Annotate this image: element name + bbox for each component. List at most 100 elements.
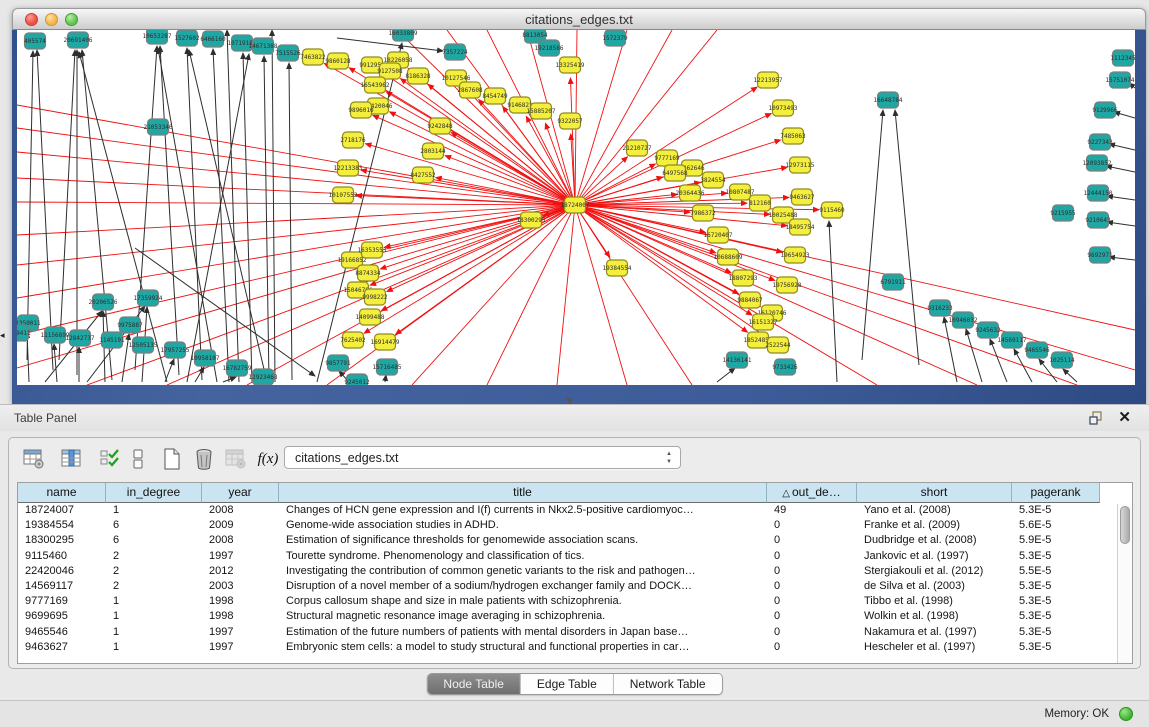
table-cell[interactable]: 5.3E-5: [1012, 640, 1100, 655]
graph-node[interactable]: 7515526: [275, 45, 301, 61]
table-row[interactable]: 977716911998Corpus callosum shape and si…: [18, 594, 1132, 609]
graph-node[interactable]: 10973493: [769, 100, 798, 116]
graph-node[interactable]: 1112345: [1110, 50, 1135, 66]
graph-node[interactable]: 17359924: [134, 290, 163, 306]
table-cell[interactable]: Wolkin et al. (1998): [857, 609, 1012, 624]
graph-node[interactable]: 16543962: [361, 77, 390, 93]
table-cell[interactable]: Embryonic stem cells: a model to study s…: [279, 640, 767, 655]
graph-node[interactable]: 1145191: [99, 332, 125, 348]
table-row[interactable]: 969969511998Structural magnetic resonanc…: [18, 609, 1132, 624]
graph-node[interactable]: 6466160: [200, 31, 226, 47]
table-cell[interactable]: 1997: [202, 549, 279, 564]
graph-node[interactable]: 12213383: [334, 160, 363, 176]
table-cell[interactable]: 1: [106, 609, 202, 624]
table-cell[interactable]: 5.9E-5: [1012, 533, 1100, 548]
table-row[interactable]: 946554611997Estimation of the future num…: [18, 625, 1132, 640]
table-cell[interactable]: Tibbo et al. (1998): [857, 594, 1012, 609]
table-cell[interactable]: 0: [767, 609, 857, 624]
graph-node[interactable]: 9777169: [654, 150, 680, 166]
graph-node[interactable]: 9215955: [1050, 205, 1076, 221]
table-cell[interactable]: 2: [106, 564, 202, 579]
graph-node[interactable]: 12505135: [129, 337, 158, 353]
graph-node[interactable]: 16720407: [704, 227, 733, 243]
table-cell[interactable]: 5.6E-5: [1012, 518, 1100, 533]
graph-node[interactable]: 15716485: [373, 359, 402, 375]
graph-node[interactable]: 812160: [749, 195, 771, 211]
table-cell[interactable]: 1998: [202, 609, 279, 624]
table-cell[interactable]: Estimation of the future numbers of pati…: [279, 625, 767, 640]
graph-node[interactable]: 9857791: [325, 355, 351, 371]
graph-node[interactable]: 9322057: [557, 113, 583, 129]
delete-column-icon[interactable]: [191, 446, 217, 472]
table-cell[interactable]: 14569117: [18, 579, 106, 594]
table-cell[interactable]: de Silva et al. (2003): [857, 579, 1012, 594]
table-cell[interactable]: 1997: [202, 625, 279, 640]
table-cell[interactable]: 49: [767, 503, 857, 518]
graph-node[interactable]: 1527602: [174, 30, 200, 46]
graph-node[interactable]: 13325419: [556, 57, 585, 73]
graph-node[interactable]: 2522544: [765, 337, 791, 353]
graph-node[interactable]: 14671388: [249, 38, 278, 54]
table-cell[interactable]: 0: [767, 579, 857, 594]
graph-node[interactable]: 12923468: [249, 369, 278, 385]
table-cell[interactable]: 0: [767, 518, 857, 533]
graph-node[interactable]: 15751074: [1106, 72, 1135, 88]
graph-node[interactable]: 6791911: [880, 274, 906, 290]
table-cell[interactable]: 2009: [202, 518, 279, 533]
table-cell[interactable]: 1: [106, 625, 202, 640]
cell-mode-icon[interactable]: [125, 446, 151, 472]
graph-node[interactable]: 17957255: [161, 342, 190, 358]
graph-node[interactable]: 9316233: [927, 300, 953, 316]
column-header-title[interactable]: title: [279, 483, 767, 503]
graph-node[interactable]: 20364436: [676, 185, 705, 201]
graph-node[interactable]: 15885207: [527, 103, 556, 119]
graph-node[interactable]: 18495754: [786, 219, 815, 235]
graph-node[interactable]: 12842737: [66, 330, 95, 346]
graph-node[interactable]: 10958107: [191, 350, 220, 366]
graph-node[interactable]: 9692971: [1087, 247, 1113, 263]
table-cell[interactable]: Nakamura et al. (1997): [857, 625, 1012, 640]
graph-node[interactable]: 12444150: [1084, 185, 1113, 201]
table-cell[interactable]: 2003: [202, 579, 279, 594]
graph-node[interactable]: 8874334: [355, 265, 381, 281]
graph-node[interactable]: 9463627: [789, 189, 815, 205]
table-cell[interactable]: Dudbridge et al. (2008): [857, 533, 1012, 548]
graph-node[interactable]: 10688609: [714, 249, 743, 265]
column-header-out_de[interactable]: △out_de…: [767, 483, 857, 503]
table-cell[interactable]: Stergiakouli et al. (2012): [857, 564, 1012, 579]
table-cell[interactable]: 0: [767, 640, 857, 655]
column-header-name[interactable]: name: [18, 483, 106, 503]
table-cell[interactable]: 9115460: [18, 549, 106, 564]
graph-node[interactable]: 9733426: [772, 359, 798, 375]
table-cell[interactable]: 0: [767, 625, 857, 640]
table-cell[interactable]: 1: [106, 503, 202, 518]
table-cell[interactable]: 18300295: [18, 533, 106, 548]
graph-node[interactable]: 10107552: [329, 187, 358, 203]
graph-node[interactable]: 9210643: [1085, 212, 1111, 228]
table-row[interactable]: 911546021997Tourette syndrome. Phenomeno…: [18, 549, 1132, 564]
tab-node-table[interactable]: Node Table: [427, 674, 521, 694]
memory-ok-indicator[interactable]: [1119, 707, 1133, 721]
table-cell[interactable]: Changes of HCN gene expression and I(f) …: [279, 503, 767, 518]
table-cell[interactable]: 22420046: [18, 564, 106, 579]
table-cell[interactable]: 2008: [202, 533, 279, 548]
table-cell[interactable]: 5.3E-5: [1012, 625, 1100, 640]
graph-node[interactable]: 18807293: [729, 270, 758, 286]
table-cell[interactable]: 6: [106, 533, 202, 548]
table-cell[interactable]: 5.3E-5: [1012, 579, 1100, 594]
graph-node[interactable]: 9860128: [325, 53, 351, 69]
table-cell[interactable]: 1: [106, 594, 202, 609]
table-cell[interactable]: 5.3E-5: [1012, 594, 1100, 609]
graph-node[interactable]: 18300295: [517, 212, 546, 228]
graph-node[interactable]: 21210727: [623, 140, 652, 156]
graph-node[interactable]: 12213957: [754, 72, 783, 88]
graph-node[interactable]: 20206526: [89, 294, 118, 310]
table-cell[interactable]: Genome-wide association studies in ADHD.: [279, 518, 767, 533]
graph-node[interactable]: 19218586: [535, 40, 564, 56]
graph-node[interactable]: 7986372: [690, 205, 716, 221]
column-header-short[interactable]: short: [857, 483, 1012, 503]
network-canvas[interactable]: 4055742069140610653287152760264661601071…: [17, 30, 1135, 385]
new-column-icon[interactable]: [159, 446, 185, 472]
graph-node[interactable]: 19654923: [781, 247, 810, 263]
table-cell[interactable]: 9777169: [18, 594, 106, 609]
